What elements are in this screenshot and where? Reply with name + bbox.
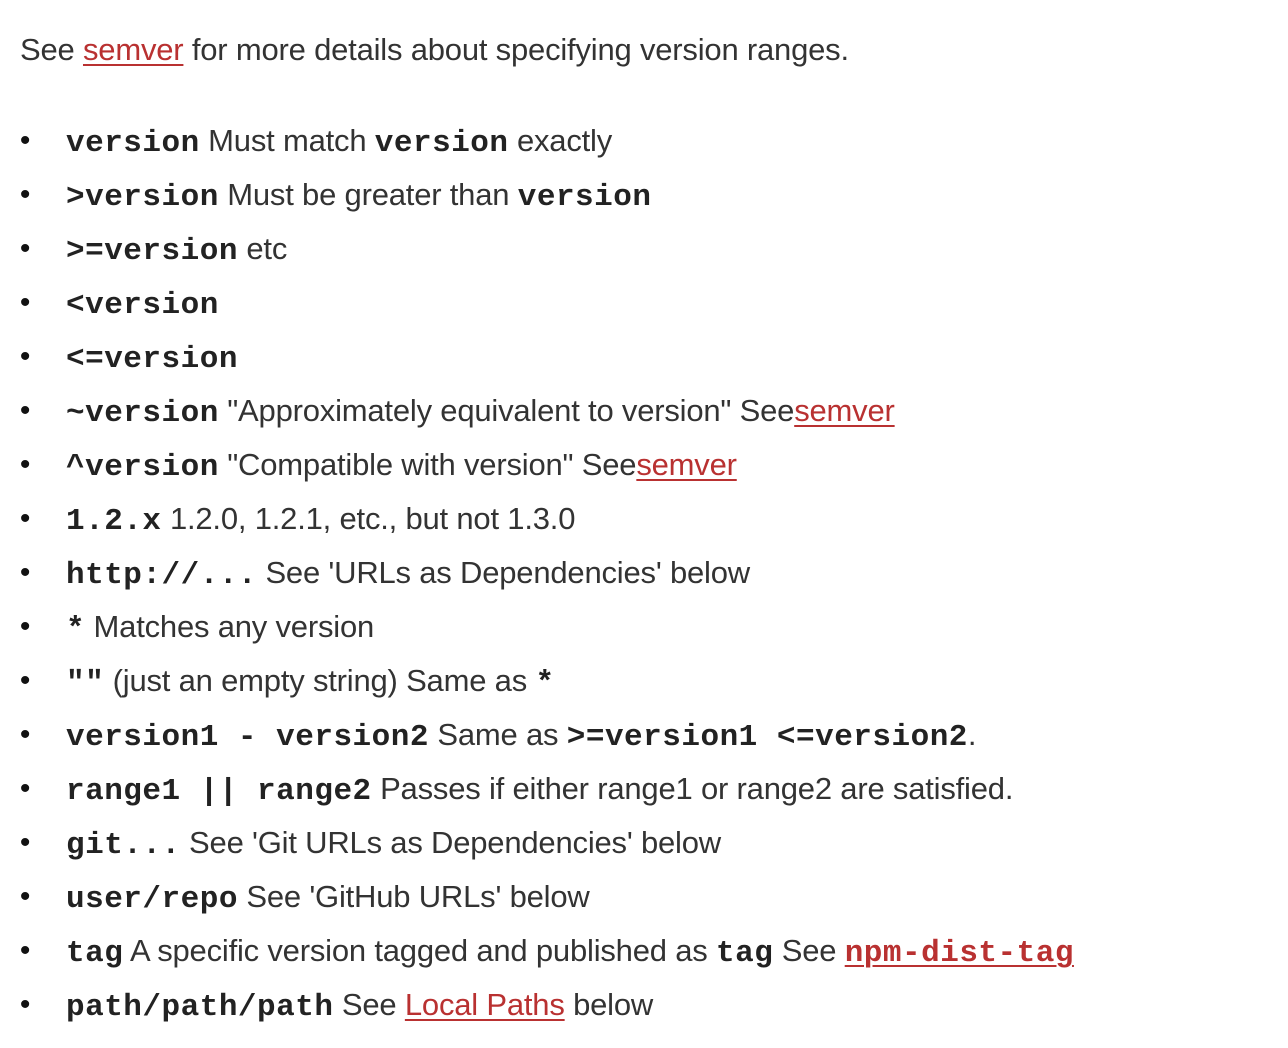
- intro-see: See: [20, 32, 75, 67]
- local-paths-link[interactable]: Local Paths: [405, 987, 565, 1022]
- bullet-icon: •: [19, 826, 31, 859]
- range-code: range1 || range2: [66, 774, 372, 809]
- list-item: • 1.2.x 1.2.0, 1.2.1, etc., but not 1.3.…: [0, 492, 1074, 546]
- range-description: See 'GitHub URLs' below: [246, 879, 590, 914]
- range-description: "Compatible with version" See: [227, 447, 637, 482]
- bullet-icon: •: [19, 772, 31, 805]
- bullet-icon: •: [19, 556, 31, 589]
- range-code: ^version: [66, 450, 219, 485]
- list-item: • ^version "Compatible with version" See…: [0, 438, 1074, 492]
- list-item: • path/path/path See Local Paths below: [0, 978, 1074, 1032]
- range-description: See 'Git URLs as Dependencies' below: [189, 825, 721, 860]
- bullet-icon: •: [19, 232, 31, 265]
- list-item: • <=version: [0, 330, 1074, 384]
- bullet-icon: •: [19, 934, 31, 967]
- bullet-icon: •: [19, 394, 31, 427]
- range-code: <version: [66, 288, 219, 323]
- list-item: • tag A specific version tagged and publ…: [0, 924, 1074, 978]
- bullet-icon: •: [19, 340, 31, 373]
- range-description: "Approximately equivalent to version" Se…: [227, 393, 795, 428]
- range-code: version1 - version2: [66, 720, 429, 755]
- range-code-inline: >=version1 <=version2: [566, 720, 968, 755]
- list-item: • >=version etc: [0, 222, 1074, 276]
- list-item: • version Must match version exactly: [0, 114, 1074, 168]
- range-code: *: [66, 612, 86, 647]
- bullet-icon: •: [19, 610, 31, 643]
- bullet-icon: •: [19, 178, 31, 211]
- range-code: >=version: [66, 234, 238, 269]
- version-range-list: • version Must match version exactly • >…: [0, 114, 1074, 1032]
- bullet-icon: •: [19, 988, 31, 1021]
- list-item: • http://... See 'URLs as Dependencies' …: [0, 546, 1074, 600]
- list-item: • git... See 'Git URLs as Dependencies' …: [0, 816, 1074, 870]
- range-code-inline: *: [535, 666, 555, 701]
- list-item: • >version Must be greater than version: [0, 168, 1074, 222]
- range-code: user/repo: [66, 882, 238, 917]
- range-code: "": [66, 666, 105, 701]
- range-code-inline: tag: [715, 936, 774, 971]
- range-description: Passes if either range1 or range2 are sa…: [380, 771, 1014, 806]
- list-item: • "" (just an empty string) Same as *: [0, 654, 1074, 708]
- range-description-tail: .: [967, 717, 977, 752]
- range-description: See 'URLs as Dependencies' below: [265, 555, 750, 590]
- bullet-icon: •: [19, 448, 31, 481]
- npm-dist-tag-link-code: npm-dist-tag: [844, 936, 1074, 971]
- range-code: path/path/path: [66, 990, 334, 1025]
- range-description: etc: [246, 231, 288, 266]
- range-description: A specific version tagged and published …: [130, 933, 708, 968]
- list-item: • * Matches any version: [0, 600, 1074, 654]
- range-code: ~version: [66, 396, 219, 431]
- range-code-inline: version: [517, 180, 652, 215]
- bullet-icon: •: [19, 502, 31, 535]
- list-item: • user/repo See 'GitHub URLs' below: [0, 870, 1074, 924]
- range-code-inline: version: [374, 126, 509, 161]
- bullet-icon: •: [19, 718, 31, 751]
- intro-paragraph: See semver for more details about specif…: [20, 28, 849, 72]
- range-code: >version: [66, 180, 219, 215]
- range-code: http://...: [66, 558, 258, 593]
- range-code: git...: [66, 828, 181, 863]
- list-item: • range1 || range2 Passes if either rang…: [0, 762, 1074, 816]
- semver-link[interactable]: semver: [794, 393, 895, 428]
- range-description-tail: exactly: [516, 123, 613, 158]
- npm-dist-tag-link[interactable]: npm-dist-tag: [844, 933, 1074, 971]
- range-code: <=version: [66, 342, 238, 377]
- range-description-tail: See: [781, 933, 837, 968]
- range-description: 1.2.0, 1.2.1, etc., but not 1.3.0: [169, 501, 576, 536]
- bullet-icon: •: [19, 286, 31, 319]
- range-description: Must be greater than: [227, 177, 510, 212]
- bullet-icon: •: [19, 664, 31, 697]
- range-code: tag: [66, 936, 124, 971]
- list-item: • version1 - version2 Same as >=version1…: [0, 708, 1074, 762]
- range-code: 1.2.x: [66, 504, 162, 539]
- range-description: See: [341, 987, 397, 1022]
- range-description: (just an empty string) Same as: [112, 663, 528, 698]
- range-code: version: [66, 126, 200, 161]
- bullet-icon: •: [19, 124, 31, 157]
- range-description: Matches any version: [93, 609, 375, 644]
- range-description: Same as: [437, 717, 559, 752]
- range-description-tail: below: [573, 987, 654, 1022]
- semver-link[interactable]: semver: [636, 447, 737, 482]
- bullet-icon: •: [19, 880, 31, 913]
- intro-rest: for more details about specifying versio…: [191, 32, 849, 67]
- list-item: • <version: [0, 276, 1074, 330]
- range-description: Must match: [208, 123, 367, 158]
- semver-link[interactable]: semver: [83, 32, 184, 67]
- list-item: • ~version "Approximately equivalent to …: [0, 384, 1074, 438]
